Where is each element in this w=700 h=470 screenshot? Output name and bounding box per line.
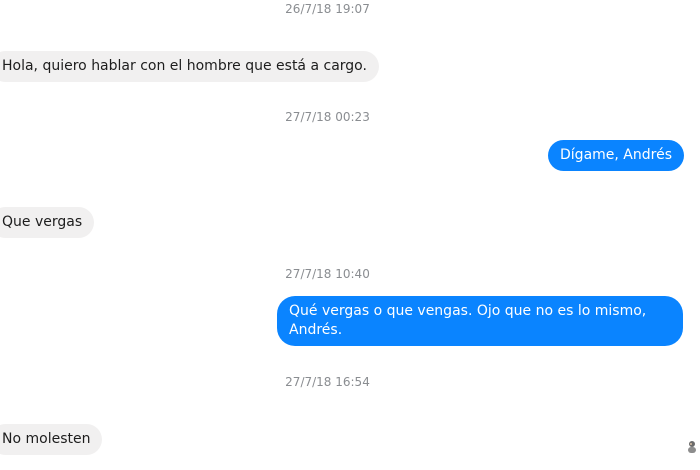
sender-avatar-icon — [688, 441, 696, 453]
incoming-message[interactable]: No molesten — [0, 424, 103, 455]
timestamp: 27/7/18 10:40 — [285, 267, 370, 281]
incoming-message[interactable]: Que vergas — [0, 207, 95, 238]
timestamp: 27/7/18 16:54 — [285, 375, 370, 389]
timestamp: 26/7/18 19:07 — [285, 2, 370, 16]
outgoing-message[interactable]: Dígame, Andrés — [548, 140, 684, 171]
outgoing-message[interactable]: Qué vergas o que vengas. Ojo que no es l… — [277, 296, 683, 346]
incoming-message[interactable]: Hola, quiero hablar con el hombre que es… — [0, 51, 379, 82]
timestamp: 27/7/18 00:23 — [285, 110, 370, 124]
